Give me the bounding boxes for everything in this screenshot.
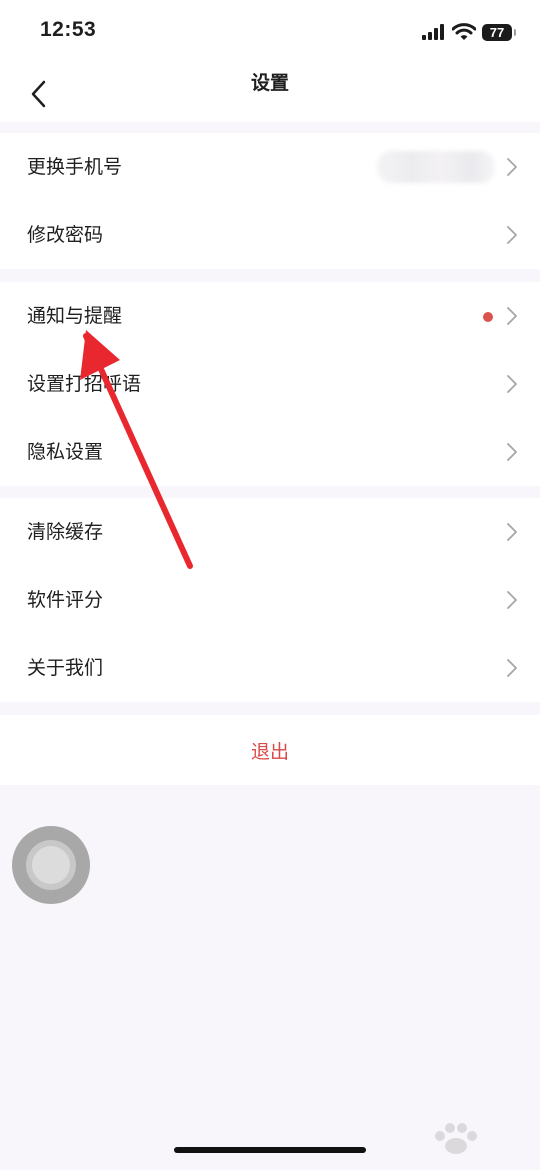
settings-group-preferences: 通知与提醒 设置打招呼语 隐私设置 [0,282,540,486]
chevron-right-icon [507,307,517,325]
chevron-right-icon [507,443,517,461]
watermark-paw-icon [435,1123,477,1154]
row-label: 清除缓存 [27,521,104,543]
row-greeting[interactable]: 设置打招呼语 [0,350,540,418]
row-rate-app[interactable]: 软件评分 [0,566,540,634]
blurred-phone-value [377,151,495,183]
row-label: 更换手机号 [27,156,123,178]
home-indicator [174,1147,366,1153]
row-clear-cache[interactable]: 清除缓存 [0,498,540,566]
logout-label: 退出 [250,741,289,763]
chevron-right-icon [507,375,517,393]
settings-group-app: 清除缓存 软件评分 关于我们 [0,498,540,702]
nav-bar: 设置 [0,64,540,122]
row-change-password[interactable]: 修改密码 [0,201,540,269]
chevron-right-icon [507,659,517,677]
chevron-right-icon [507,158,517,176]
row-notifications[interactable]: 通知与提醒 [0,282,540,350]
row-label: 软件评分 [27,589,104,611]
chevron-right-icon [507,523,517,541]
page-title: 设置 [250,72,289,94]
settings-group-account: 更换手机号 修改密码 [0,133,540,269]
row-about-us[interactable]: 关于我们 [0,634,540,702]
assistive-touch-core [32,846,70,884]
row-change-phone[interactable]: 更换手机号 [0,133,540,201]
row-label: 设置打招呼语 [27,373,142,395]
status-bar: 12:53 77 [0,0,540,64]
logout-button[interactable]: 退出 [0,715,540,785]
battery-level: 77 [489,24,505,40]
row-privacy[interactable]: 隐私设置 [0,418,540,486]
assistive-touch-icon[interactable] [12,826,90,904]
row-label: 关于我们 [27,657,104,679]
status-time: 12:53 [40,18,97,41]
battery-icon: 77 [482,23,516,41]
row-label: 隐私设置 [27,441,104,463]
wifi-icon [452,23,476,40]
row-label: 修改密码 [27,224,104,246]
chevron-right-icon [507,591,517,609]
unread-dot-badge [483,312,493,322]
cellular-signal-icon [422,24,444,40]
chevron-right-icon [507,226,517,244]
row-label: 通知与提醒 [27,305,123,327]
status-icons: 77 [422,20,516,44]
